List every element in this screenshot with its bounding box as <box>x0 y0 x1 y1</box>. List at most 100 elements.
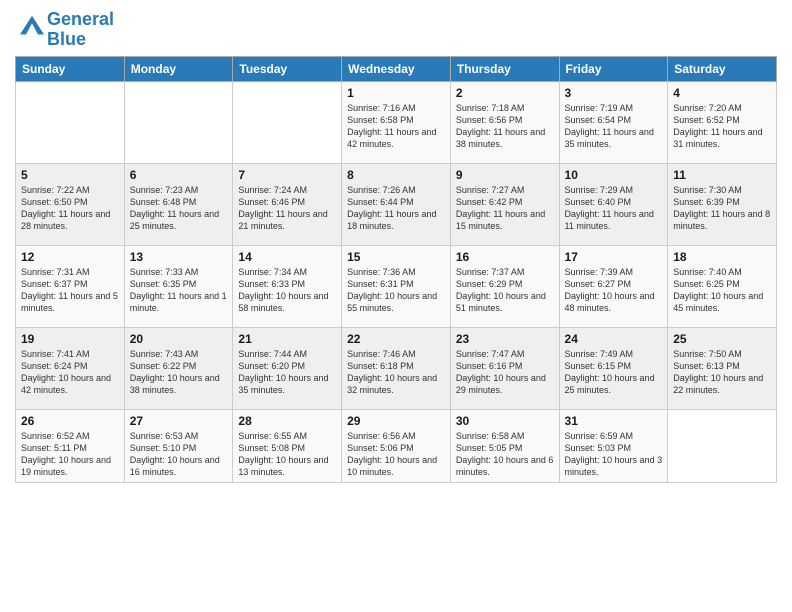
day-info: Sunrise: 7:43 AMSunset: 6:22 PMDaylight:… <box>130 348 228 397</box>
day-number: 10 <box>565 168 663 182</box>
day-cell: 7 Sunrise: 7:24 AMSunset: 6:46 PMDaylight… <box>233 163 342 245</box>
day-number: 13 <box>130 250 228 264</box>
day-number: 14 <box>238 250 336 264</box>
day-number: 6 <box>130 168 228 182</box>
day-info: Sunrise: 6:53 AMSunset: 5:10 PMDaylight:… <box>130 430 228 479</box>
day-number: 12 <box>21 250 119 264</box>
day-number: 20 <box>130 332 228 346</box>
day-info: Sunrise: 6:52 AMSunset: 5:11 PMDaylight:… <box>21 430 119 479</box>
day-cell: 8 Sunrise: 7:26 AMSunset: 6:44 PMDaylight… <box>342 163 451 245</box>
day-header-saturday: Saturday <box>668 56 777 81</box>
day-info: Sunrise: 7:22 AMSunset: 6:50 PMDaylight:… <box>21 184 119 233</box>
day-number: 8 <box>347 168 445 182</box>
day-number: 11 <box>673 168 771 182</box>
week-row-1: 1 Sunrise: 7:16 AMSunset: 6:58 PMDaylight… <box>16 81 777 163</box>
day-cell: 10 Sunrise: 7:29 AMSunset: 6:40 PMDayligh… <box>559 163 668 245</box>
day-info: Sunrise: 6:58 AMSunset: 5:05 PMDaylight:… <box>456 430 554 479</box>
day-info: Sunrise: 7:39 AMSunset: 6:27 PMDaylight:… <box>565 266 663 315</box>
day-number: 30 <box>456 414 554 428</box>
day-cell: 30 Sunrise: 6:58 AMSunset: 5:05 PMDayligh… <box>450 409 559 483</box>
day-cell: 9 Sunrise: 7:27 AMSunset: 6:42 PMDaylight… <box>450 163 559 245</box>
week-row-5: 26 Sunrise: 6:52 AMSunset: 5:11 PMDayligh… <box>16 409 777 483</box>
day-cell <box>668 409 777 483</box>
day-number: 27 <box>130 414 228 428</box>
day-cell: 15Sunrise: 7:36 AMSunset: 6:31 PMDayligh… <box>342 245 451 327</box>
day-cell <box>16 81 125 163</box>
day-number: 16 <box>456 250 554 264</box>
day-cell: 20 Sunrise: 7:43 AMSunset: 6:22 PMDayligh… <box>124 327 233 409</box>
day-number: 9 <box>456 168 554 182</box>
day-header-monday: Monday <box>124 56 233 81</box>
calendar-table: SundayMondayTuesdayWednesdayThursdayFrid… <box>15 56 777 484</box>
week-row-4: 19 Sunrise: 7:41 AMSunset: 6:24 PMDayligh… <box>16 327 777 409</box>
day-cell: 23Sunrise: 7:47 AMSunset: 6:16 PMDayligh… <box>450 327 559 409</box>
day-number: 28 <box>238 414 336 428</box>
day-info: Sunrise: 7:40 AMSunset: 6:25 PMDaylight:… <box>673 266 771 315</box>
day-cell: 29 Sunrise: 6:56 AMSunset: 5:06 PMDayligh… <box>342 409 451 483</box>
day-cell: 26 Sunrise: 6:52 AMSunset: 5:11 PMDayligh… <box>16 409 125 483</box>
day-info: Sunrise: 7:31 AMSunset: 6:37 PMDaylight:… <box>21 266 119 315</box>
day-number: 19 <box>21 332 119 346</box>
day-number: 29 <box>347 414 445 428</box>
day-info: Sunrise: 6:56 AMSunset: 5:06 PMDaylight:… <box>347 430 445 479</box>
day-header-wednesday: Wednesday <box>342 56 451 81</box>
day-number: 1 <box>347 86 445 100</box>
day-info: Sunrise: 7:34 AMSunset: 6:33 PMDaylight:… <box>238 266 336 315</box>
day-info: Sunrise: 6:55 AMSunset: 5:08 PMDaylight:… <box>238 430 336 479</box>
day-cell: 11 Sunrise: 7:30 AMSunset: 6:39 PMDayligh… <box>668 163 777 245</box>
logo-blue: Blue <box>47 29 86 49</box>
day-cell: 21Sunrise: 7:44 AMSunset: 6:20 PMDayligh… <box>233 327 342 409</box>
day-cell: 25 Sunrise: 7:50 AMSunset: 6:13 PMDayligh… <box>668 327 777 409</box>
day-info: Sunrise: 7:24 AMSunset: 6:46 PMDaylight:… <box>238 184 336 233</box>
day-info: Sunrise: 7:18 AMSunset: 6:56 PMDaylight:… <box>456 102 554 151</box>
day-number: 21 <box>238 332 336 346</box>
day-cell: 3 Sunrise: 7:19 AMSunset: 6:54 PMDaylight… <box>559 81 668 163</box>
week-row-2: 5Sunrise: 7:22 AMSunset: 6:50 PMDaylight… <box>16 163 777 245</box>
day-info: Sunrise: 7:26 AMSunset: 6:44 PMDaylight:… <box>347 184 445 233</box>
day-info: Sunrise: 6:59 AMSunset: 5:03 PMDaylight:… <box>565 430 663 479</box>
day-number: 3 <box>565 86 663 100</box>
day-number: 17 <box>565 250 663 264</box>
day-cell: 6 Sunrise: 7:23 AMSunset: 6:48 PMDaylight… <box>124 163 233 245</box>
day-cell: 17 Sunrise: 7:39 AMSunset: 6:27 PMDayligh… <box>559 245 668 327</box>
day-number: 18 <box>673 250 771 264</box>
day-cell: 16 Sunrise: 7:37 AMSunset: 6:29 PMDayligh… <box>450 245 559 327</box>
day-number: 2 <box>456 86 554 100</box>
day-number: 25 <box>673 332 771 346</box>
logo-general: General <box>47 9 114 29</box>
day-info: Sunrise: 7:46 AMSunset: 6:18 PMDaylight:… <box>347 348 445 397</box>
day-info: Sunrise: 7:50 AMSunset: 6:13 PMDaylight:… <box>673 348 771 397</box>
day-header-friday: Friday <box>559 56 668 81</box>
day-cell: 18 Sunrise: 7:40 AMSunset: 6:25 PMDayligh… <box>668 245 777 327</box>
day-cell: 1 Sunrise: 7:16 AMSunset: 6:58 PMDaylight… <box>342 81 451 163</box>
day-info: Sunrise: 7:16 AMSunset: 6:58 PMDaylight:… <box>347 102 445 151</box>
day-info: Sunrise: 7:33 AMSunset: 6:35 PMDaylight:… <box>130 266 228 315</box>
day-cell: 28 Sunrise: 6:55 AMSunset: 5:08 PMDayligh… <box>233 409 342 483</box>
day-header-tuesday: Tuesday <box>233 56 342 81</box>
day-cell: 27 Sunrise: 6:53 AMSunset: 5:10 PMDayligh… <box>124 409 233 483</box>
day-info: Sunrise: 7:41 AMSunset: 6:24 PMDaylight:… <box>21 348 119 397</box>
day-cell: 13 Sunrise: 7:33 AMSunset: 6:35 PMDayligh… <box>124 245 233 327</box>
logo-icon <box>17 12 47 42</box>
day-info: Sunrise: 7:29 AMSunset: 6:40 PMDaylight:… <box>565 184 663 233</box>
day-info: Sunrise: 7:30 AMSunset: 6:39 PMDaylight:… <box>673 184 771 233</box>
day-info: Sunrise: 7:20 AMSunset: 6:52 PMDaylight:… <box>673 102 771 151</box>
day-info: Sunrise: 7:36 AMSunset: 6:31 PMDaylight:… <box>347 266 445 315</box>
day-cell: 12 Sunrise: 7:31 AMSunset: 6:37 PMDayligh… <box>16 245 125 327</box>
day-info: Sunrise: 7:19 AMSunset: 6:54 PMDaylight:… <box>565 102 663 151</box>
day-number: 26 <box>21 414 119 428</box>
day-cell: 19 Sunrise: 7:41 AMSunset: 6:24 PMDayligh… <box>16 327 125 409</box>
week-row-3: 12 Sunrise: 7:31 AMSunset: 6:37 PMDayligh… <box>16 245 777 327</box>
day-cell: 4Sunrise: 7:20 AMSunset: 6:52 PMDaylight… <box>668 81 777 163</box>
day-cell: 2 Sunrise: 7:18 AMSunset: 6:56 PMDaylight… <box>450 81 559 163</box>
logo: General Blue <box>15 10 114 50</box>
day-info: Sunrise: 7:27 AMSunset: 6:42 PMDaylight:… <box>456 184 554 233</box>
day-cell: 22 Sunrise: 7:46 AMSunset: 6:18 PMDayligh… <box>342 327 451 409</box>
page: General Blue SundayMondayTuesdayWednesda… <box>0 0 792 612</box>
day-info: Sunrise: 7:37 AMSunset: 6:29 PMDaylight:… <box>456 266 554 315</box>
day-number: 7 <box>238 168 336 182</box>
day-info: Sunrise: 7:23 AMSunset: 6:48 PMDaylight:… <box>130 184 228 233</box>
day-info: Sunrise: 7:49 AMSunset: 6:15 PMDaylight:… <box>565 348 663 397</box>
day-number: 22 <box>347 332 445 346</box>
day-number: 23 <box>456 332 554 346</box>
